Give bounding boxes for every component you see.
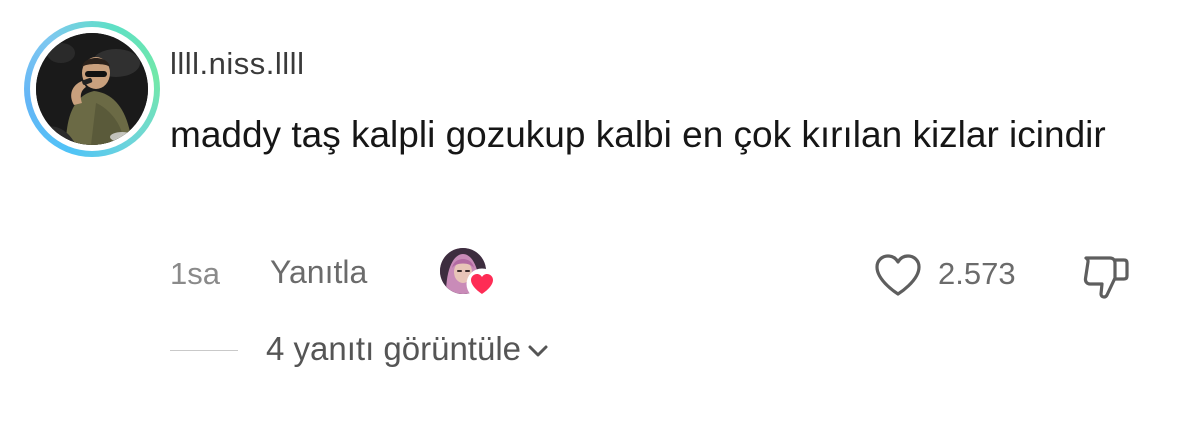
like-button[interactable] xyxy=(873,252,923,298)
creator-liked-badge xyxy=(440,248,500,300)
avatar-story-ring[interactable] xyxy=(24,21,160,157)
view-replies-label[interactable]: 4 yanıtı görüntüle xyxy=(266,330,521,367)
comment-actions-row: 1sa Yanıtla 2.573 xyxy=(170,248,1150,300)
heart-outline-icon[interactable] xyxy=(873,252,923,298)
comment-timestamp: 1sa xyxy=(170,256,220,291)
replies-divider xyxy=(170,350,238,351)
like-count: 2.573 xyxy=(938,256,1016,291)
view-replies-button[interactable]: 4 yanıtı görüntüle xyxy=(266,330,551,368)
avatar-photo-image xyxy=(36,33,148,145)
view-replies-row[interactable]: 4 yanıtı görüntüle xyxy=(170,326,770,374)
reply-button[interactable]: Yanıtla xyxy=(270,254,367,291)
comment-text: maddy taş kalpli gozukup kalbi en çok kı… xyxy=(170,114,1106,155)
avatar[interactable] xyxy=(36,33,148,145)
dislike-button[interactable] xyxy=(1080,248,1134,302)
comment-username[interactable]: llll.niss.llll xyxy=(170,44,304,84)
thumbs-down-icon[interactable] xyxy=(1080,248,1134,302)
heart-filled-icon xyxy=(466,268,498,300)
comment-item: llll.niss.llll maddy taş kalpli gozukup … xyxy=(0,0,1179,423)
chevron-down-icon[interactable] xyxy=(525,341,551,361)
